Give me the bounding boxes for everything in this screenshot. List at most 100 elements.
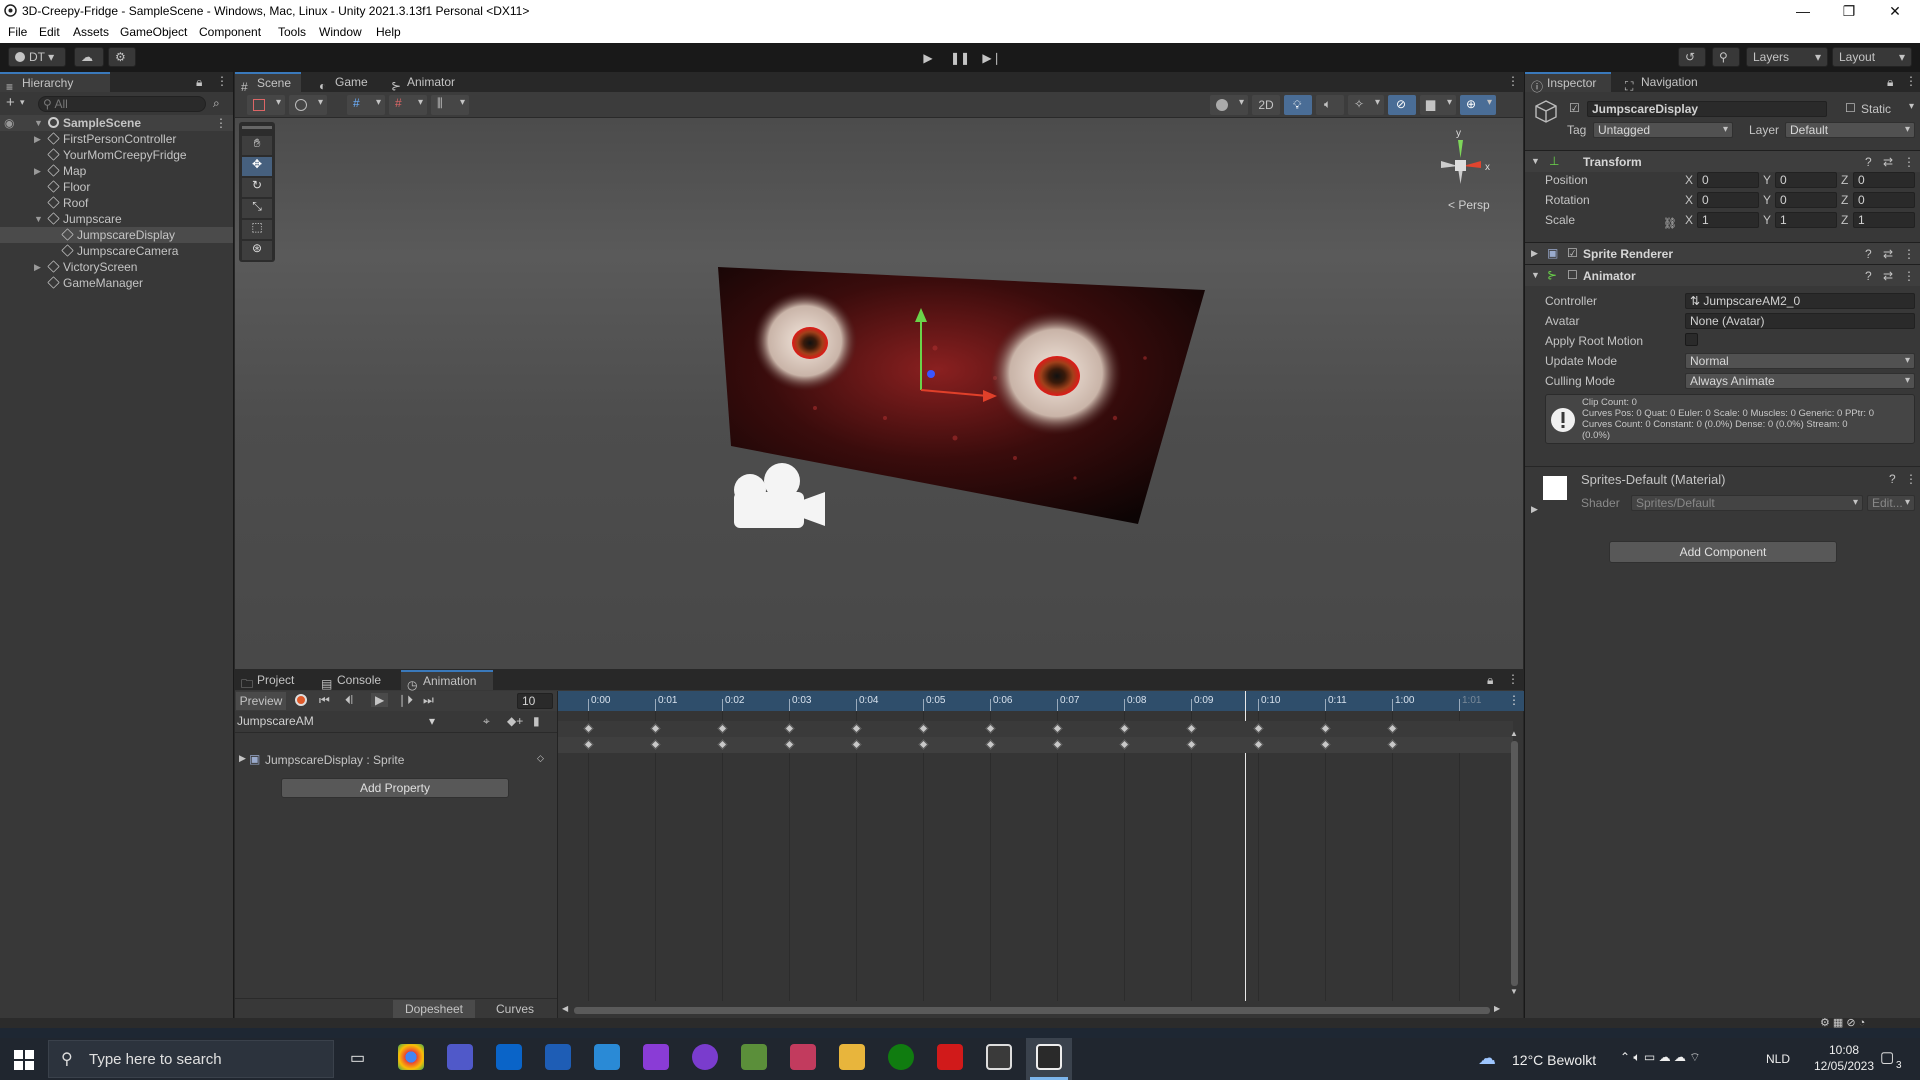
unity-hub-icon[interactable] — [986, 1044, 1012, 1070]
hierarchy-item[interactable]: ▶ FirstPersonController — [0, 131, 233, 147]
help-icon[interactable]: ? — [1865, 155, 1872, 169]
minimize-button[interactable]: — — [1780, 0, 1826, 22]
tab-animation[interactable]: ◷ Animation — [401, 670, 493, 692]
lock-icon[interactable]: 🔒︎ — [196, 75, 202, 90]
add-component-button[interactable]: Add Component — [1609, 541, 1837, 563]
more-icon[interactable]: ⋮ — [1905, 472, 1917, 486]
2d-toggle[interactable]: 2D — [1252, 95, 1280, 115]
expand-arrow-icon[interactable]: ▶ — [1531, 504, 1538, 515]
account-dropdown[interactable]: DT ▾ — [8, 47, 66, 67]
draw-mode-dropdown[interactable]: ▾ — [247, 95, 285, 115]
sprite-renderer-header[interactable]: ▶ ▣ ☑ Sprite Renderer ? ⇄ ⋮ — [1525, 242, 1920, 264]
more-icon[interactable]: ⋮ — [216, 74, 228, 88]
camera-settings-dropdown[interactable]: ▆ ▾ — [1420, 95, 1456, 115]
tab-animator[interactable]: ⊱ Animator — [385, 72, 475, 93]
tab-console[interactable]: ▤ Console — [315, 670, 395, 691]
outlook-icon[interactable] — [496, 1044, 522, 1070]
help-icon[interactable]: ? — [1865, 269, 1872, 283]
object-name-field[interactable]: JumpscareDisplay — [1587, 101, 1827, 117]
align-dropdown[interactable]: ⫼ ▾ — [431, 95, 469, 115]
tag-dropdown[interactable]: Untagged — [1593, 122, 1733, 138]
more-icon[interactable]: ⋮ — [1905, 74, 1917, 88]
calendar-app-icon[interactable] — [790, 1044, 816, 1070]
frame-field[interactable]: 10 — [517, 693, 553, 709]
layers-dropdown[interactable]: Layers ▾ — [1746, 47, 1828, 67]
hierarchy-item[interactable]: JumpscareCamera — [0, 243, 233, 259]
first-keyframe-button[interactable]: ⏮ — [319, 693, 330, 708]
lock-icon[interactable]: 🔒︎ — [1487, 673, 1493, 688]
dopesheet-area[interactable]: 0:00 0:01 0:02 0:03 0:04 0:05 0:06 0:07 0:08 0:09… — [557, 691, 1524, 1018]
close-button[interactable]: ✕ — [1872, 0, 1918, 22]
hierarchy-item[interactable]: YourMomCreepyFridge — [0, 147, 233, 163]
tab-hierarchy[interactable]: ≡ Hierarchy — [0, 72, 110, 94]
add-icon[interactable]: + — [6, 94, 15, 111]
gizmos-dropdown[interactable]: ⊕ ▾ — [1460, 95, 1496, 115]
expand-arrow-icon[interactable]: ▶ — [34, 163, 44, 179]
hierarchy-search-input[interactable]: ⚲ All — [38, 96, 206, 112]
hierarchy-item[interactable]: ▶ VictoryScreen — [0, 259, 233, 275]
menu-assets[interactable]: Assets — [73, 25, 109, 39]
position-x-field[interactable]: 0 — [1697, 172, 1759, 188]
add-event-icon[interactable]: ▮ — [533, 714, 540, 728]
scroll-down-icon[interactable]: ▼ — [1510, 987, 1518, 996]
preset-icon[interactable]: ⇄ — [1883, 269, 1893, 283]
unity-editor-taskbar-button[interactable] — [1026, 1038, 1072, 1080]
shader-dropdown[interactable]: Sprites/Default — [1631, 495, 1863, 511]
add-keyframe-icon[interactable]: ◆+ — [507, 714, 523, 728]
record-button[interactable] — [295, 694, 307, 706]
tray-icons[interactable]: ⌃ 🔈︎ ▭ ☁ ☁ ⌔ — [1620, 1050, 1701, 1065]
prev-keyframe-button[interactable]: ⏴❘ — [345, 693, 353, 708]
position-y-field[interactable]: 0 — [1775, 172, 1837, 188]
search-button[interactable]: ⚲ — [1712, 47, 1740, 67]
notification-icon[interactable]: ▢ — [1880, 1048, 1894, 1066]
keyframe-diamond-icon[interactable]: ◇ — [537, 753, 544, 764]
more-icon[interactable]: ⋮ — [1507, 672, 1519, 686]
chevron-down-icon[interactable]: ▾ — [1909, 101, 1914, 112]
effects-dropdown[interactable]: ✧ ▾ — [1348, 95, 1384, 115]
weather-text[interactable]: 12°C Bewolkt — [1512, 1052, 1596, 1068]
static-checkbox[interactable]: ☐ — [1845, 101, 1856, 115]
grid-snap-dropdown[interactable]: # ▾ — [347, 95, 385, 115]
material-preview[interactable] — [1543, 476, 1567, 500]
last-keyframe-button[interactable]: ⏭ — [423, 693, 434, 708]
next-keyframe-button[interactable]: ❘⏵ — [397, 693, 413, 708]
scene-root-row[interactable]: ◉ ▼ SampleScene ⋮ — [0, 115, 233, 131]
menu-gameobject[interactable]: GameObject — [120, 25, 187, 39]
add-property-button[interactable]: Add Property — [281, 778, 509, 798]
help-icon[interactable]: ? — [1889, 472, 1896, 486]
hierarchy-item[interactable]: JumpscareDisplay — [0, 227, 233, 243]
lighting-toggle[interactable]: 💡︎ — [1284, 95, 1312, 115]
rotation-x-field[interactable]: 0 — [1697, 192, 1759, 208]
expand-arrow-icon[interactable]: ▶ — [34, 131, 44, 147]
controller-field[interactable]: ⇅ JumpscareAM2_0 — [1685, 293, 1915, 309]
more-icon[interactable]: ⋮ — [1903, 269, 1915, 283]
gizmo-z-axis[interactable] — [927, 370, 935, 378]
hierarchy-item[interactable]: ▼ Jumpscare — [0, 211, 233, 227]
clock[interactable]: 10:08 12/05/2023 — [1806, 1042, 1882, 1074]
vscode-icon[interactable] — [594, 1044, 620, 1070]
rotation-y-field[interactable]: 0 — [1775, 192, 1837, 208]
scale-z-field[interactable]: 1 — [1853, 212, 1915, 228]
more-icon[interactable]: ⋮ — [1507, 74, 1519, 88]
menu-tools[interactable]: Tools — [278, 25, 306, 39]
shading-dropdown[interactable]: ▾ — [1210, 95, 1248, 115]
cloud-button[interactable]: ☁ — [74, 47, 104, 67]
clip-dropdown[interactable]: JumpscareAM ▾ — [237, 714, 439, 730]
scroll-up-icon[interactable]: ▲ — [1510, 729, 1518, 738]
position-z-field[interactable]: 0 — [1853, 172, 1915, 188]
filter-keyframes-icon[interactable]: ⌖ — [483, 714, 490, 729]
pause-button[interactable]: ❚❚ — [946, 49, 974, 67]
preset-icon[interactable]: ⇄ — [1883, 155, 1893, 169]
audio-toggle[interactable]: 🔈︎ — [1316, 95, 1344, 115]
taskbar-search-input[interactable]: ⚲ Type here to search — [48, 1040, 334, 1078]
culling-mode-dropdown[interactable]: Always Animate — [1685, 373, 1915, 389]
apply-root-motion-checkbox[interactable] — [1685, 333, 1698, 346]
dopesheet-button[interactable]: Dopesheet — [393, 1000, 475, 1018]
task-view-icon[interactable]: ▭ — [350, 1048, 365, 1068]
hierarchy-item[interactable]: Floor — [0, 179, 233, 195]
preview-button[interactable]: Preview — [236, 692, 286, 710]
scrollbar-thumb[interactable] — [1511, 741, 1518, 986]
xbox-icon[interactable] — [888, 1044, 914, 1070]
expand-arrow-icon[interactable]: ▼ — [34, 211, 44, 227]
file-explorer-icon[interactable] — [839, 1044, 865, 1070]
